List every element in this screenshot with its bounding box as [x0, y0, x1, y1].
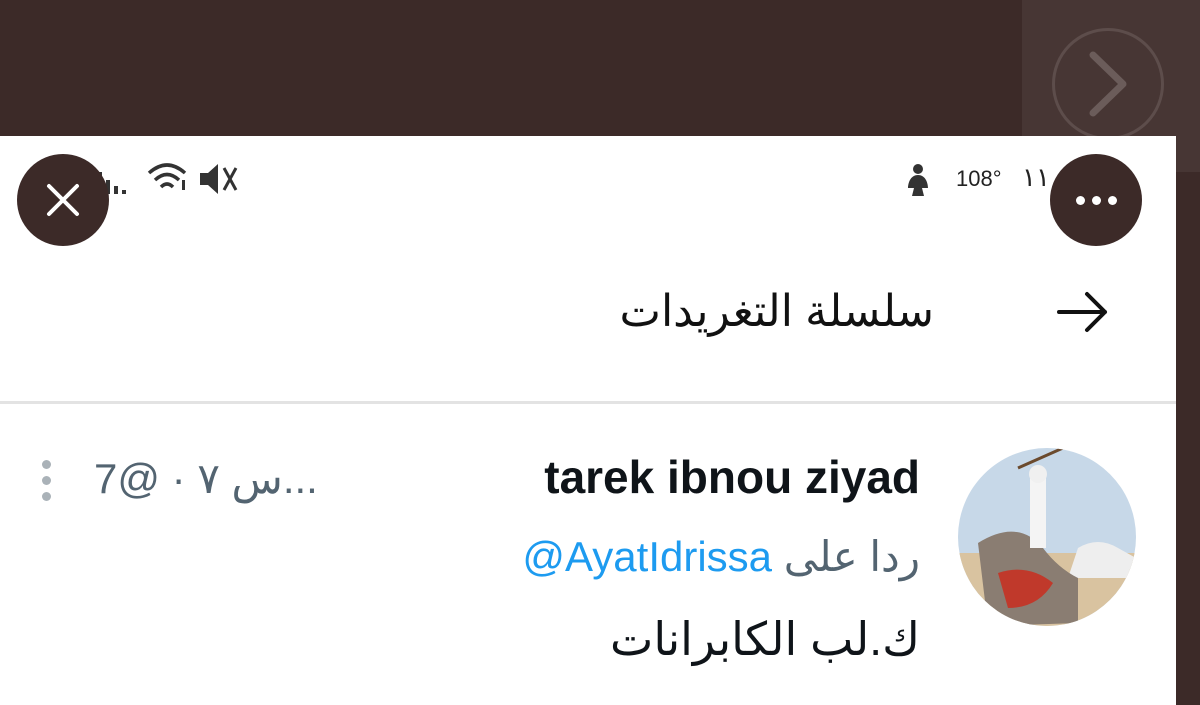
tweet-item[interactable]: tarek ibnou ziyad س ٧ · @7... ردا على @A…: [0, 404, 1176, 704]
back-arrow-icon[interactable]: [1055, 290, 1111, 334]
thread-header: سلسلة التغريدات: [0, 266, 1176, 376]
screenshot-panel: 108° ١١ سلسلة التغريدات tarek ibnou ziya…: [0, 136, 1176, 705]
viewer-backdrop: [0, 0, 1200, 136]
more-options-icon[interactable]: [42, 460, 51, 501]
tweet-text: ك.لب الكابرانات: [610, 613, 920, 665]
next-button[interactable]: [1052, 28, 1164, 140]
page-title: سلسلة التغريدات: [619, 287, 934, 336]
muted-speaker-icon: [200, 164, 238, 194]
close-icon: [47, 184, 79, 216]
tweet-meta: س ٧ · @7...: [94, 455, 318, 502]
status-bar: 108° ١١: [0, 136, 1176, 226]
clock-text: ١١: [1022, 162, 1050, 192]
reply-mention-link[interactable]: @AyatIdrissa: [522, 533, 772, 580]
author-name[interactable]: tarek ibnou ziyad: [544, 450, 920, 504]
accessibility-person-icon: [908, 164, 928, 196]
avatar[interactable]: [958, 448, 1136, 626]
wifi-icon: [147, 163, 187, 190]
reply-context: ردا على @AyatIdrissa: [522, 532, 920, 581]
avatar-photo: [958, 448, 1136, 626]
temperature-text: 108°: [956, 166, 1002, 191]
more-menu-button[interactable]: [1050, 154, 1142, 246]
close-button[interactable]: [17, 154, 109, 246]
chevron-right-icon: [1089, 51, 1127, 117]
ellipsis-icon: [1075, 195, 1117, 205]
reply-prefix: ردا على: [783, 533, 920, 580]
